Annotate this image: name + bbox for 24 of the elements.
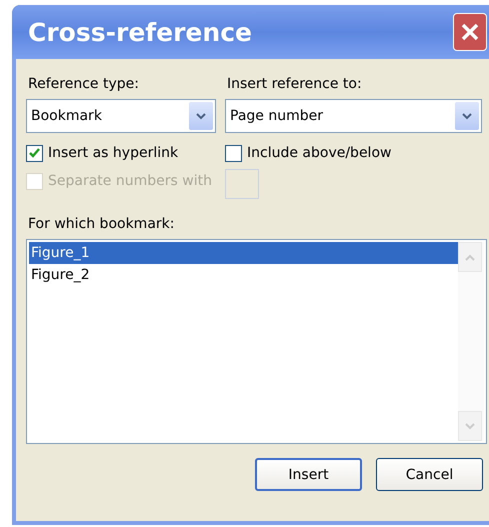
checkmark-icon bbox=[29, 148, 40, 158]
reference-type-dropdown[interactable]: Bookmark bbox=[26, 99, 216, 133]
close-icon bbox=[461, 23, 479, 41]
dropdown-button[interactable] bbox=[455, 102, 479, 130]
checkbox[interactable] bbox=[225, 144, 242, 162]
close-button[interactable] bbox=[453, 13, 487, 51]
list-item[interactable]: Figure_1 bbox=[29, 242, 458, 264]
dialog-button[interactable]: Cancel bbox=[376, 458, 483, 491]
list-item[interactable]: Figure_2 bbox=[29, 264, 458, 286]
field-label: Insert reference to: bbox=[227, 75, 363, 93]
caret-icon bbox=[462, 112, 472, 120]
checkbox-label: Separate numbers with bbox=[48, 173, 212, 189]
caret-icon bbox=[196, 112, 206, 120]
dialog-button[interactable]: Insert bbox=[255, 458, 362, 491]
list-label: For which bookmark: bbox=[28, 215, 176, 233]
dropdown-button[interactable] bbox=[189, 102, 213, 130]
field-label: Reference type: bbox=[28, 75, 140, 93]
window-title: Cross-reference bbox=[28, 18, 252, 46]
dropdown-value: Bookmark bbox=[31, 108, 102, 124]
checkbox[interactable] bbox=[26, 144, 43, 162]
checkbox-label: Include above/below bbox=[247, 145, 392, 161]
dropdown-value: Page number bbox=[230, 108, 323, 124]
checkbox-label: Insert as hyperlink bbox=[48, 145, 178, 161]
insert-reference-dropdown[interactable]: Page number bbox=[225, 99, 482, 133]
